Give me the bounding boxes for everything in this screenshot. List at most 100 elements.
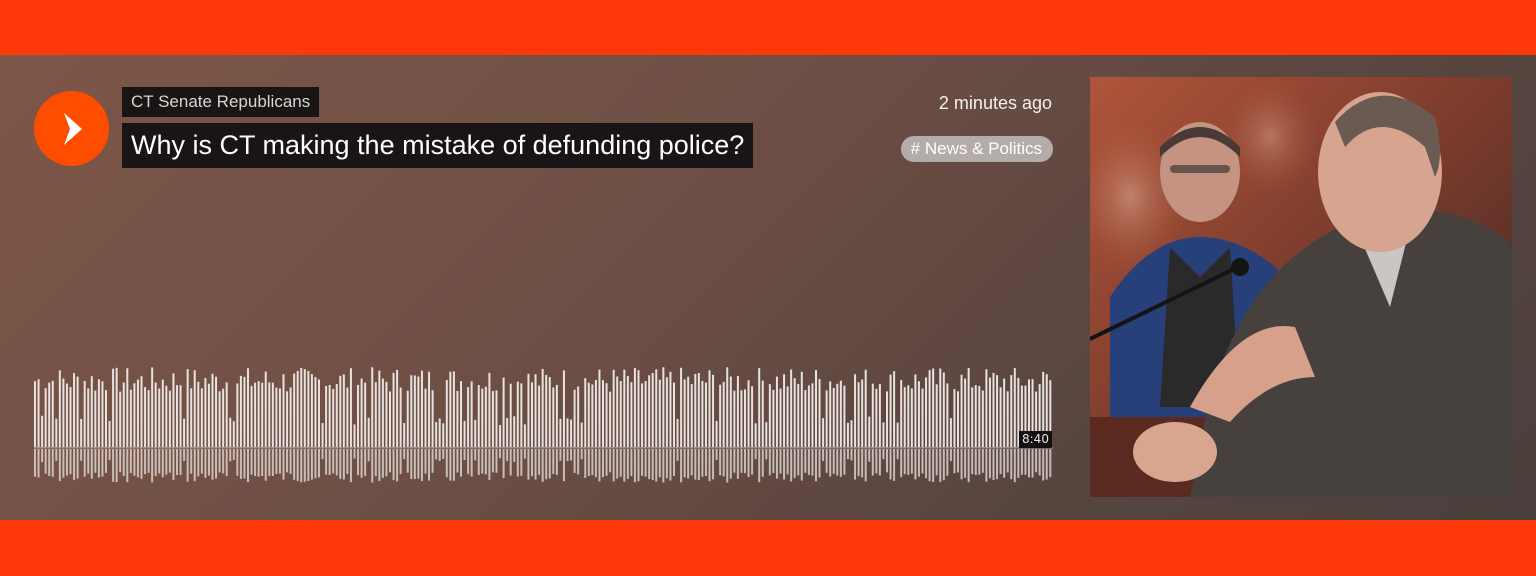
waveform-bar	[193, 370, 196, 447]
waveform-reflection-bar	[481, 449, 484, 474]
play-icon	[63, 112, 82, 145]
track-title[interactable]: Why is CT making the mistake of defundin…	[122, 123, 754, 168]
waveform-bar	[406, 390, 409, 447]
waveform-reflection-bar	[1035, 449, 1038, 473]
waveform-reflection-bar	[790, 449, 793, 482]
waveform-reflection-bar	[669, 449, 672, 481]
waveform-reflection-bar	[886, 449, 888, 473]
waveform-bar	[374, 382, 377, 447]
waveform-reflection-bar	[389, 449, 391, 473]
waveform-bars	[34, 367, 1053, 483]
waveform-bar	[172, 373, 175, 447]
waveform-reflection-bar	[701, 449, 704, 477]
waveform-bar	[871, 383, 874, 447]
waveform-reflection-bar	[580, 449, 583, 460]
waveform-bar	[307, 370, 310, 447]
waveform-reflection-bar	[296, 449, 299, 481]
waveform-bar	[119, 391, 122, 447]
waveform-reflection-bar	[807, 449, 810, 475]
waveform-bar	[204, 378, 207, 447]
waveform-bar	[857, 382, 860, 447]
waveform-bar	[438, 418, 441, 447]
waveform-reflection-bar	[996, 449, 999, 480]
genre-tag[interactable]: # News & Politics	[900, 136, 1053, 162]
waveform-reflection-bar	[740, 449, 743, 473]
waveform-reflection-bar	[44, 449, 47, 474]
waveform-bar	[229, 417, 232, 447]
waveform-bar	[346, 387, 349, 447]
waveform-bar	[211, 373, 214, 447]
waveform-reflection-bar	[559, 449, 562, 461]
waveform-reflection-bar	[186, 449, 189, 482]
waveform-bar	[51, 380, 54, 447]
waveform-bar	[474, 419, 477, 447]
waveform-reflection-bar	[1028, 449, 1030, 478]
bottom-banner	[0, 520, 1536, 576]
waveform-reflection-bar	[83, 449, 86, 477]
waveform-bar	[115, 367, 118, 447]
waveform-bar	[126, 368, 129, 447]
waveform-reflection-bar	[367, 449, 370, 462]
waveform-reflection-bar	[144, 449, 147, 475]
waveform-reflection-bar	[538, 449, 541, 475]
author-link[interactable]: CT Senate Republicans	[122, 87, 320, 117]
waveform-reflection-bar	[999, 449, 1002, 475]
waveform-reflection-bar	[73, 449, 76, 481]
waveform-reflection-bar	[566, 449, 569, 462]
waveform-bar	[811, 383, 814, 447]
waveform-reflection-bar	[573, 449, 576, 474]
waveform-bar	[215, 376, 218, 447]
waveform-reflection-bar	[321, 449, 324, 460]
waveform-reflection-bar	[58, 449, 61, 482]
waveform-bar	[843, 385, 846, 447]
waveform-bar	[97, 379, 100, 447]
waveform-bar	[531, 382, 533, 447]
waveform-reflection-bar	[34, 449, 36, 477]
waveform-bar	[65, 383, 68, 447]
waveform-reflection-bar	[399, 449, 402, 474]
waveform-reflection-bar	[531, 449, 533, 477]
waveform-bar	[73, 373, 76, 447]
waveform-reflection-bar	[818, 449, 821, 478]
waveform-bar	[630, 382, 633, 447]
duration-label: 8:40	[1019, 431, 1052, 448]
waveform-bar	[318, 379, 320, 447]
waveform-bar	[296, 370, 299, 447]
waveform-bar	[151, 367, 154, 447]
waveform-bar	[254, 382, 257, 447]
waveform-reflection-bar	[76, 449, 79, 479]
waveform-reflection-bar	[754, 449, 757, 459]
waveform-reflection-bar	[477, 449, 480, 476]
waveform-bar	[978, 386, 981, 447]
waveform-reflection-bar	[680, 449, 683, 483]
waveform-reflection-bar	[346, 449, 349, 474]
waveform-bar	[310, 374, 313, 447]
waveform-bar	[364, 382, 367, 447]
waveform-reflection-bar	[736, 449, 739, 479]
waveform-reflection-bar	[449, 449, 452, 481]
waveform-reflection-bar	[502, 449, 505, 479]
waveform-reflection-bar	[136, 449, 139, 478]
waveform-reflection-bar	[513, 449, 516, 462]
waveform-bar	[747, 380, 750, 447]
waveform-reflection-bar	[935, 449, 938, 476]
play-button[interactable]	[34, 91, 109, 166]
waveform-bar	[218, 391, 221, 447]
waveform-bar	[690, 384, 693, 447]
waveform-reflection-bar	[381, 449, 384, 478]
waveform-bar	[829, 381, 832, 447]
waveform-bar	[673, 382, 675, 447]
waveform-reflection-bar	[126, 449, 129, 483]
waveform-bar	[946, 383, 949, 447]
waveform-bar	[491, 391, 494, 447]
waveform-bar	[360, 378, 363, 447]
waveform-reflection-bar	[609, 449, 612, 473]
waveform-bar	[176, 385, 178, 447]
waveform-reflection-bar	[353, 449, 356, 459]
track-artwork[interactable]	[1090, 77, 1512, 497]
waveform-reflection-bar	[786, 449, 789, 475]
waveform-reflection-bar	[378, 449, 381, 482]
waveform-bar	[974, 385, 977, 447]
waveform[interactable]	[34, 365, 1053, 485]
waveform-reflection-bar	[328, 449, 331, 476]
